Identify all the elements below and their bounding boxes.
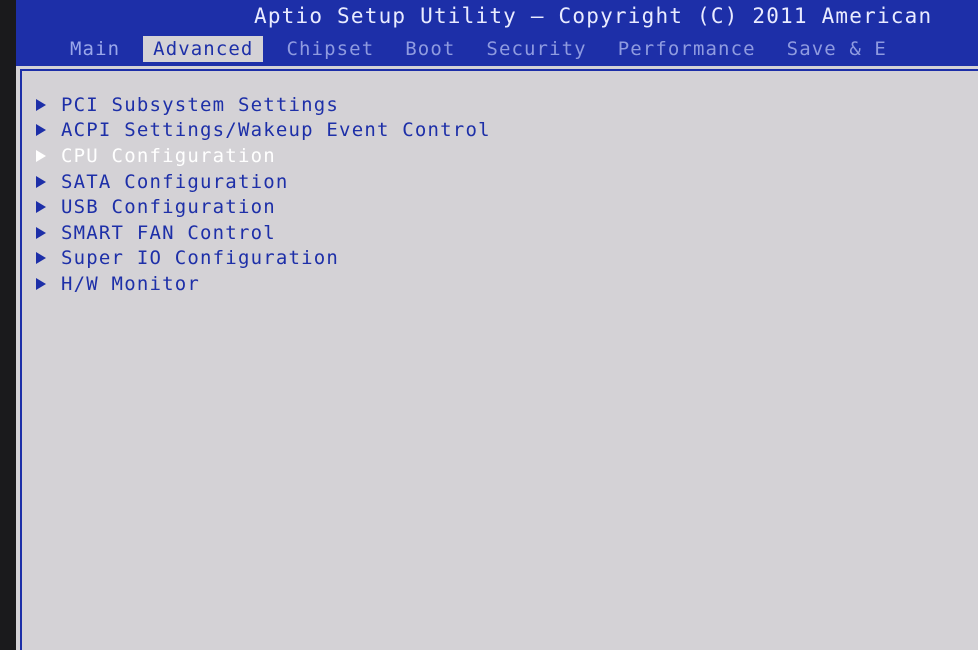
triangle-right-icon <box>36 175 46 188</box>
menu-item-hw-monitor[interactable]: H/W Monitor <box>36 271 491 297</box>
tab-performance[interactable]: Performance <box>610 37 764 61</box>
menu-item-super-io-configuration[interactable]: Super IO Configuration <box>36 246 491 272</box>
submenu-list: PCI Subsystem Settings ACPI Settings/Wak… <box>36 92 491 297</box>
menu-item-acpi-settings[interactable]: ACPI Settings/Wakeup Event Control <box>36 118 491 144</box>
menu-item-label: ACPI Settings/Wakeup Event Control <box>61 119 491 142</box>
triangle-right-icon <box>36 226 46 239</box>
settings-panel: PCI Subsystem Settings ACPI Settings/Wak… <box>20 69 978 650</box>
menu-item-label: PCI Subsystem Settings <box>61 93 340 116</box>
menu-item-sata-configuration[interactable]: SATA Configuration <box>36 169 491 195</box>
tab-main[interactable]: Main <box>62 37 128 61</box>
triangle-right-icon <box>36 124 46 137</box>
bios-screen: Aptio Setup Utility – Copyright (C) 2011… <box>16 0 978 650</box>
menu-item-label: Super IO Configuration <box>61 247 340 270</box>
menu-item-label: H/W Monitor <box>61 272 201 295</box>
tab-boot[interactable]: Boot <box>397 37 463 61</box>
tab-security[interactable]: Security <box>478 37 594 61</box>
window-title: Aptio Setup Utility – Copyright (C) 2011… <box>254 4 933 28</box>
menu-item-cpu-configuration[interactable]: CPU Configuration <box>36 143 491 169</box>
menu-item-label: SMART FAN Control <box>61 221 276 244</box>
triangle-right-icon <box>36 277 46 290</box>
menu-item-smart-fan-control[interactable]: SMART FAN Control <box>36 220 491 246</box>
triangle-right-icon <box>36 201 46 214</box>
menu-item-label: CPU Configuration <box>61 144 276 167</box>
triangle-right-icon <box>36 252 46 265</box>
menu-item-label: USB Configuration <box>61 196 276 219</box>
tab-chipset[interactable]: Chipset <box>278 37 382 61</box>
tab-advanced[interactable]: Advanced <box>143 35 264 62</box>
menu-item-usb-configuration[interactable]: USB Configuration <box>36 194 491 220</box>
menu-item-pci-subsystem-settings[interactable]: PCI Subsystem Settings <box>36 92 491 118</box>
header-bar: Aptio Setup Utility – Copyright (C) 2011… <box>16 0 978 66</box>
menu-item-label: SATA Configuration <box>61 170 289 193</box>
tab-bar: Main Advanced Chipset Boot Security Perf… <box>62 35 910 62</box>
triangle-right-icon <box>36 98 46 111</box>
tab-save-exit[interactable]: Save & E <box>779 37 895 61</box>
triangle-right-icon <box>36 149 46 162</box>
